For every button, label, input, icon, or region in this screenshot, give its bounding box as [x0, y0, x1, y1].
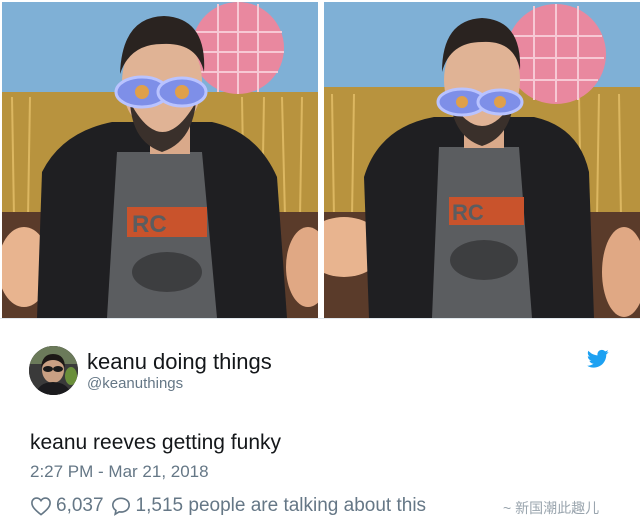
like-stat[interactable]: 6,037: [30, 494, 104, 518]
tweet-media: RC RC: [0, 0, 640, 318]
media-divider: [0, 318, 640, 319]
reply-summary: 1,515 people are talking about this: [135, 495, 427, 516]
heart-icon: [31, 497, 51, 516]
reply-stat[interactable]: 1,515 people are talking about this: [110, 494, 427, 518]
tweet-text: keanu reeves getting funky: [30, 431, 281, 454]
photo-right-image: RC: [324, 2, 640, 318]
user-handle[interactable]: @keanuthings: [87, 375, 183, 393]
svg-text:RC: RC: [452, 200, 484, 225]
tweet-timestamp[interactable]: 2:27 PM - Mar 21, 2018: [30, 462, 209, 482]
photo-right[interactable]: RC: [324, 2, 640, 318]
avatar[interactable]: [29, 346, 78, 395]
twitter-bird-icon[interactable]: [586, 349, 609, 369]
reply-bubble-icon: [111, 497, 130, 516]
like-count: 6,037: [56, 495, 104, 516]
twitter-bird-icon-glyph: [586, 349, 609, 368]
avatar-image: [29, 346, 78, 395]
photo-left[interactable]: RC: [2, 2, 318, 318]
watermark: ~ 新国潮此趣儿: [503, 500, 600, 516]
svg-text:RC: RC: [132, 211, 167, 238]
tweet-stats: 6,037 1,515 people are talking about thi…: [30, 494, 432, 518]
display-name[interactable]: keanu doing things: [87, 349, 272, 375]
photo-left-image: RC: [2, 2, 318, 318]
